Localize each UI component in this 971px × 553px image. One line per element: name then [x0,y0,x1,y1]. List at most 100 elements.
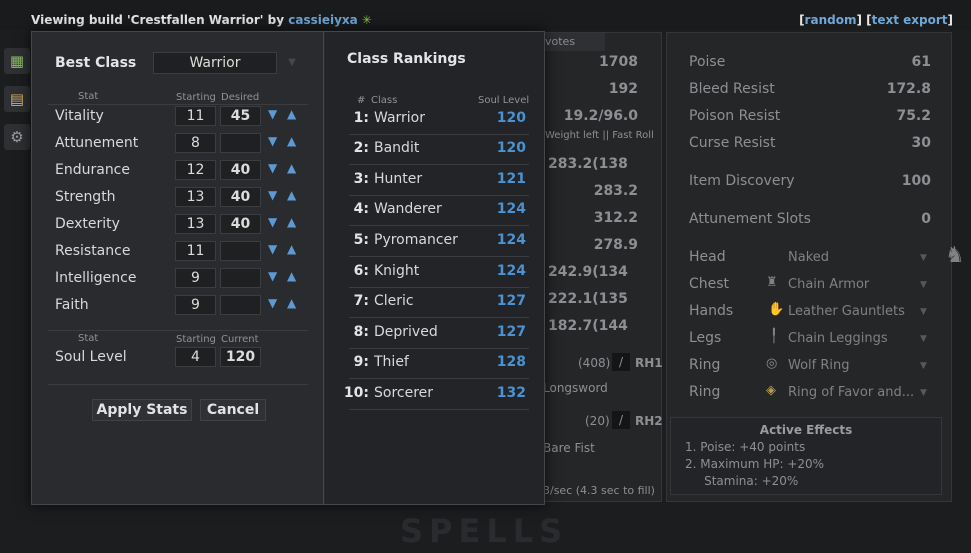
author-link[interactable]: cassieiyxa [288,13,358,27]
bg-value-3: 19.2/96.0 [563,108,638,124]
col-stat: Stat [78,91,99,102]
stat-name: Attunement [55,135,139,151]
desired-input[interactable]: 40 [220,187,261,207]
bg-value-9: 222.1(135 [548,291,628,307]
equip-slot-chest: Chest [689,276,730,292]
decrease-arrow-icon[interactable]: ▼ [268,215,277,229]
effect-line: Stamina: +20% [685,474,799,488]
header-links: [random] [text export] [799,13,953,27]
chevron-down-icon[interactable]: ▼ [285,54,299,72]
starting-value: 13 [175,214,216,234]
divider [48,330,308,331]
effect-line: 2. Maximum HP: +20% [685,457,825,471]
poise-value: 61 [911,54,931,70]
desired-input[interactable]: 40 [220,160,261,180]
text-export-link[interactable]: text export [872,13,948,27]
rh1-weapon[interactable]: Longsword [543,381,608,395]
build-title-text: Viewing build 'Crestfallen Warrior' by [31,13,289,27]
equip-item-hands[interactable]: Leather Gauntlets [788,304,905,319]
soul-col-current: Current [221,334,259,345]
class-rankings-panel: Class Rankings # Class Soul Level 1: War… [325,32,544,504]
rh2-count: (20) [585,414,610,428]
desired-input[interactable] [220,241,261,261]
increase-arrow-icon[interactable]: ▲ [287,134,296,148]
chevron-down-icon[interactable]: ▼ [920,307,927,317]
ranking-row: 6: Knight 124 [349,257,529,288]
rank-class: Wanderer [374,201,442,217]
equip-item-chest[interactable]: Chain Armor [788,277,869,292]
chevron-down-icon[interactable]: ▼ [920,280,927,290]
rank-class: Deprived [374,324,438,340]
rank-soul-level: 127 [496,293,526,309]
settings-gear-icon[interactable]: ⚙ [4,124,30,150]
equip-item-head[interactable]: Naked [788,250,829,265]
rank-soul-level: 124 [496,232,526,248]
chevron-down-icon[interactable]: ▼ [920,334,927,344]
ranking-row: 8: Deprived 127 [349,318,529,349]
ranking-row: 10: Sorcerer 132 [344,379,529,410]
stat-row-strength: Strength 13 40 ▼ ▲ [55,187,305,209]
votes-tab[interactable]: votes [539,33,605,51]
decrease-arrow-icon[interactable]: ▼ [268,161,277,175]
ranking-row: 2: Bandit 120 [349,134,529,165]
decrease-arrow-icon[interactable]: ▼ [268,269,277,283]
ranking-row: 9: Thief 128 [349,348,529,379]
equip-item-legs[interactable]: Chain Leggings [788,331,888,346]
desired-input[interactable] [220,295,261,315]
stat-row-intelligence: Intelligence 9 ▼ ▲ [55,268,305,290]
rank-soul-level: 124 [496,263,526,279]
desired-input[interactable]: 40 [220,214,261,234]
best-class-select[interactable]: Warrior [153,52,277,74]
equip-item-ring-1[interactable]: Wolf Ring [788,358,850,373]
decrease-arrow-icon[interactable]: ▼ [268,188,277,202]
decrease-arrow-icon[interactable]: ▼ [268,134,277,148]
build-sheet-icon[interactable]: ▦ [4,48,30,74]
starting-value: 11 [175,241,216,261]
desired-input[interactable] [220,268,261,288]
stat-planner-modal: Best Class Warrior ▼ Stat Starting Desir… [31,31,545,505]
decrease-arrow-icon[interactable]: ▼ [268,242,277,256]
apply-stats-button[interactable]: Apply Stats [92,399,192,421]
increase-arrow-icon[interactable]: ▲ [287,296,296,310]
equip-item-ring-2[interactable]: Ring of Favor and... [788,385,914,400]
increase-arrow-icon[interactable]: ▲ [287,188,296,202]
starting-value: 12 [175,160,216,180]
rank-number: 1: [353,110,369,126]
rh2-label: RH2 [635,414,663,428]
notes-icon[interactable]: ▤ [4,86,30,112]
cancel-button[interactable]: Cancel [200,399,266,421]
col-desired: Desired [221,92,260,103]
rh2-weapon[interactable]: Bare Fist [543,441,595,455]
rank-class: Pyromancer [374,232,458,248]
increase-arrow-icon[interactable]: ▲ [287,161,296,175]
chevron-down-icon[interactable]: ▼ [920,361,927,371]
rankings-title: Class Rankings [347,51,466,67]
increase-arrow-icon[interactable]: ▲ [287,242,296,256]
rank-class: Sorcerer [374,385,434,401]
chevron-down-icon[interactable]: ▼ [920,388,927,398]
random-link[interactable]: random [805,13,857,27]
best-class-label: Best Class [55,55,137,71]
increase-arrow-icon[interactable]: ▲ [287,215,296,229]
stat-row-vitality: Vitality 11 45 ▼ ▲ [55,106,305,128]
decrease-arrow-icon[interactable]: ▼ [268,296,277,310]
stat-name: Vitality [55,108,104,124]
rank-number: 9: [353,354,369,370]
regen-note: 3/sec (4.3 sec to fill) [543,484,655,497]
equip-slot-head: Head [689,249,726,265]
desired-input[interactable] [220,133,261,153]
desired-input[interactable]: 45 [220,106,261,126]
decrease-arrow-icon[interactable]: ▼ [268,107,277,121]
stat-row-attunement: Attunement 8 ▼ ▲ [55,133,305,155]
bg-value-5: 283.2 [593,183,638,199]
divider [48,104,308,105]
rank-soul-level: 121 [496,171,526,187]
increase-arrow-icon[interactable]: ▲ [287,269,296,283]
rank-number: 5: [353,232,369,248]
rank-number: 7: [353,293,369,309]
increase-arrow-icon[interactable]: ▲ [287,107,296,121]
chevron-down-icon[interactable]: ▼ [920,253,927,263]
poison-resist-label: Poison Resist [689,108,781,124]
equip-slot-ring-1: Ring [689,357,721,373]
rh1-label: RH1 [635,356,663,370]
